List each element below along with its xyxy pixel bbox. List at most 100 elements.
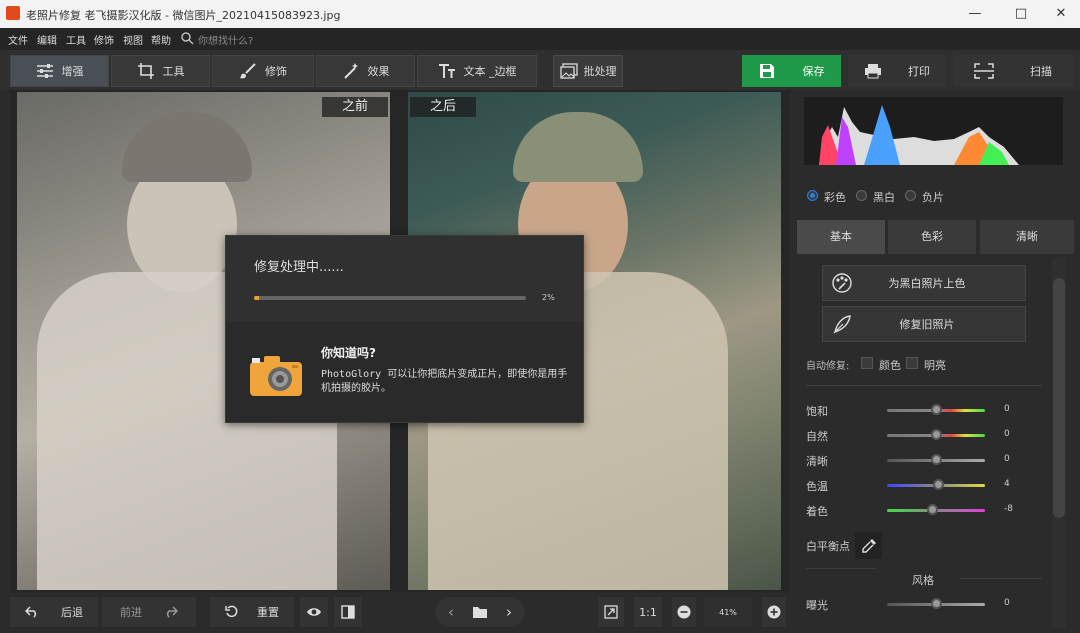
fit-screen-button[interactable] xyxy=(598,597,624,627)
undo-icon xyxy=(25,606,37,618)
auto-fix-bright-checkbox[interactable] xyxy=(906,357,918,369)
compare-button[interactable] xyxy=(334,597,362,627)
restore-label: 修复旧照片 xyxy=(899,318,955,331)
maximize-button[interactable]: □ xyxy=(1006,4,1036,24)
redo-button[interactable]: 前进 xyxy=(102,597,196,627)
slider-value-tint: -8 xyxy=(1004,504,1013,514)
brush-icon xyxy=(240,63,256,79)
auto-fix-color-checkbox[interactable] xyxy=(861,357,873,369)
progress-bar xyxy=(254,296,526,300)
colorize-button[interactable]: 为黑白照片上色 xyxy=(822,265,1026,301)
panel-tab-basic[interactable]: 基本 xyxy=(797,220,885,254)
save-icon xyxy=(759,64,774,78)
menu-edit[interactable]: 编辑 xyxy=(37,32,57,47)
sliders-icon xyxy=(36,64,53,78)
scan-icon xyxy=(974,63,994,79)
slider-knob-saturation[interactable] xyxy=(931,404,942,415)
tab-label: 增强 xyxy=(61,65,84,78)
mode-radio-bw[interactable] xyxy=(856,190,867,201)
app-icon xyxy=(6,6,20,20)
save-button[interactable]: 保存 xyxy=(742,55,841,87)
mode-radio-negative[interactable] xyxy=(905,190,916,201)
slider-value-exposure: 0 xyxy=(1004,598,1010,608)
menu-tools[interactable]: 工具 xyxy=(66,32,86,47)
slider-value-saturation: 0 xyxy=(1004,404,1010,414)
preview-toggle-button[interactable] xyxy=(300,597,328,627)
menu-help[interactable]: 帮助 xyxy=(151,32,171,47)
mode-radio-color[interactable] xyxy=(807,190,818,201)
slider-knob-exposure[interactable] xyxy=(931,598,942,609)
reset-button[interactable]: 重置 xyxy=(210,597,294,627)
cap-shape xyxy=(513,112,643,182)
zoom-in-button[interactable] xyxy=(762,597,786,627)
scroll-thumb[interactable] xyxy=(1053,278,1065,518)
redo-icon xyxy=(166,606,178,618)
slider-label-tint: 着色 xyxy=(806,505,828,518)
panel-tab-color[interactable]: 色彩 xyxy=(888,220,976,254)
tab-effects[interactable]: 效果 xyxy=(316,55,415,87)
menu-file[interactable]: 文件 xyxy=(8,32,28,47)
crop-icon xyxy=(137,63,154,79)
slider-knob-clarity[interactable] xyxy=(931,454,942,465)
plus-circle-icon xyxy=(767,605,781,619)
slider-knob-vibrance[interactable] xyxy=(931,429,942,440)
menu-view[interactable]: 视图 xyxy=(123,32,143,47)
mode-label-negative: 负片 xyxy=(922,191,944,204)
eye-icon xyxy=(307,608,321,616)
restore-photo-button[interactable]: 修复旧照片 xyxy=(822,306,1026,342)
tab-enhance[interactable]: 增强 xyxy=(10,55,109,87)
slider-label-vibrance: 自然 xyxy=(806,430,828,443)
slider-label-saturation: 饱和 xyxy=(806,405,828,418)
minimize-button[interactable]: — xyxy=(960,4,990,24)
title-bar: 老照片修复 老飞摄影汉化版 - 微信图片_20210415083923.jpg … xyxy=(0,0,1080,28)
text-icon xyxy=(438,64,455,78)
scan-label: 扫描 xyxy=(1030,65,1052,78)
save-label: 保存 xyxy=(802,65,825,78)
reset-icon xyxy=(225,605,238,618)
magic-wand-icon xyxy=(343,63,358,79)
chevron-right-icon[interactable]: › xyxy=(506,603,512,621)
auto-fix-color-label: 颜色 xyxy=(879,359,901,372)
slider-knob-temperature[interactable] xyxy=(933,479,944,490)
divider xyxy=(806,385,1042,386)
split-view-icon xyxy=(341,605,355,619)
menu-retouch[interactable]: 修饰 xyxy=(94,32,114,47)
chevron-left-icon[interactable]: ‹ xyxy=(448,603,454,621)
divider xyxy=(806,568,876,569)
tab-text-border[interactable]: 文本 _边框 xyxy=(417,55,537,87)
slider-label-clarity: 清晰 xyxy=(806,455,828,468)
eyedropper-icon xyxy=(861,538,876,553)
folder-icon[interactable] xyxy=(472,606,488,619)
batch-label: 批处理 xyxy=(583,65,617,78)
tip-body: PhotoGlory 可以让你把底片变成正片，即使你是用手机拍摄的胶片。 xyxy=(321,369,568,394)
zoom-out-button[interactable] xyxy=(672,597,696,627)
search-input[interactable]: 你想找什么? xyxy=(198,32,253,47)
mode-label-color: 彩色 xyxy=(824,191,846,204)
progress-fill xyxy=(254,296,260,300)
slider-value-vibrance: 0 xyxy=(1004,429,1010,439)
print-button[interactable]: 打印 xyxy=(848,55,946,87)
panel-tab-clarity[interactable]: 清晰 xyxy=(980,220,1074,254)
slider-knob-tint[interactable] xyxy=(927,504,938,515)
tab-retouch[interactable]: 修饰 xyxy=(212,55,314,87)
print-label: 打印 xyxy=(908,65,930,78)
tab-label: 工具 xyxy=(162,65,185,78)
tab-label: 文本 _边框 xyxy=(463,65,517,78)
divider xyxy=(960,578,1042,579)
undo-button[interactable]: 后退 xyxy=(10,597,98,627)
undo-label: 后退 xyxy=(61,606,83,619)
palette-icon xyxy=(832,273,852,293)
close-button[interactable]: ✕ xyxy=(1046,4,1076,24)
scan-button[interactable]: 扫描 xyxy=(953,55,1073,87)
batch-process-button[interactable]: 批处理 xyxy=(553,55,623,87)
tab-tools[interactable]: 工具 xyxy=(111,55,210,87)
before-label: 之前 xyxy=(322,97,388,117)
eyedropper-button[interactable] xyxy=(855,532,882,559)
search-icon[interactable] xyxy=(180,31,194,45)
zoom-value[interactable]: 41% xyxy=(704,597,752,627)
slider-label-exposure: 曝光 xyxy=(806,599,828,612)
redo-label: 前进 xyxy=(120,606,142,619)
reset-label: 重置 xyxy=(257,606,279,619)
actual-size-button[interactable]: 1:1 xyxy=(634,597,662,627)
auto-fix-label: 自动修复: xyxy=(806,361,850,372)
